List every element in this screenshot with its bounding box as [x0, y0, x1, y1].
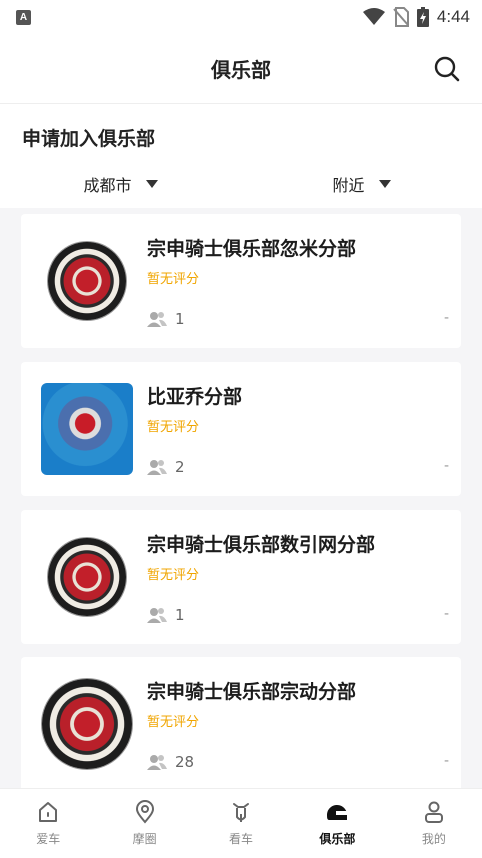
bottom-tab-bar: 爱车 摩圈 看车 俱乐部 我的 [0, 788, 482, 858]
distance-filter-dropdown[interactable]: 附近 [241, 162, 482, 206]
club-distance: - [443, 606, 449, 622]
wifi-icon [362, 8, 385, 25]
tab-label: 看车 [229, 832, 254, 846]
member-count-value: 28 [175, 753, 195, 771]
club-rating: 暂无评分 [147, 568, 200, 583]
club-name: 宗申骑士俱乐部忽米分部 [147, 238, 357, 260]
tab-view-bikes[interactable]: 看车 [193, 789, 289, 858]
club-rating: 暂无评分 [147, 715, 200, 730]
dropdown-arrow-icon [378, 180, 391, 188]
member-count-value: 1 [175, 606, 185, 624]
club-logo [41, 678, 133, 770]
city-filter-label: 成都市 [83, 176, 132, 195]
battery-icon [416, 7, 429, 27]
club-member-count: 1 [147, 310, 185, 328]
app-notification-icon: A [16, 9, 31, 25]
club-rating: 暂无评分 [147, 272, 200, 287]
tab-club[interactable]: 俱乐部 [289, 789, 385, 858]
club-name: 宗申骑士俱乐部数引网分部 [147, 534, 376, 556]
club-rating: 暂无评分 [147, 420, 200, 435]
dropdown-arrow-icon [145, 180, 158, 188]
no-sim-icon [393, 7, 409, 27]
club-distance: - [443, 458, 449, 474]
search-icon [434, 56, 460, 82]
club-list: 宗申骑士俱乐部忽米分部 暂无评分 1 - 比亚乔分部 暂无评分 2 - 宗申骑士… [0, 208, 482, 788]
status-time: 4:44 [436, 7, 470, 26]
tab-label: 爱车 [36, 832, 61, 846]
club-card[interactable]: 宗申骑士俱乐部宗动分部 暂无评分 28 - [21, 657, 461, 788]
location-pin-icon [135, 800, 154, 824]
tab-moments[interactable]: 摩圈 [96, 789, 192, 858]
club-logo [41, 383, 133, 475]
person-icon [424, 801, 443, 823]
club-card[interactable]: 宗申骑士俱乐部数引网分部 暂无评分 1 - [21, 510, 461, 644]
club-distance: - [443, 310, 449, 326]
member-count-value: 2 [175, 458, 185, 476]
home-icon [39, 802, 58, 822]
club-card[interactable]: 比亚乔分部 暂无评分 2 - [21, 362, 461, 496]
members-icon [147, 608, 167, 623]
tab-label: 摩圈 [132, 832, 157, 846]
member-count-value: 1 [175, 310, 185, 328]
city-filter-dropdown[interactable]: 成都市 [0, 162, 241, 206]
members-icon [147, 312, 167, 327]
section-title: 申请加入俱乐部 [22, 128, 156, 150]
members-icon [147, 460, 167, 475]
tab-profile[interactable]: 我的 [386, 789, 482, 858]
tab-label: 我的 [421, 832, 446, 846]
tab-my-car[interactable]: 爱车 [0, 789, 96, 858]
page-title: 俱乐部 [211, 58, 271, 82]
distance-filter-label: 附近 [332, 176, 365, 195]
status-bar: A 4:44 [0, 0, 482, 34]
club-logo [41, 235, 133, 327]
club-member-count: 2 [147, 458, 185, 476]
club-member-count: 28 [147, 753, 194, 771]
club-card[interactable]: 宗申骑士俱乐部忽米分部 暂无评分 1 - [21, 214, 461, 348]
members-icon [147, 755, 167, 770]
filter-bar: 成都市 附近 [0, 162, 482, 206]
club-name: 比亚乔分部 [147, 386, 243, 408]
search-button[interactable] [432, 54, 462, 84]
club-distance: - [443, 753, 449, 769]
tab-label: 俱乐部 [319, 832, 356, 846]
club-member-count: 1 [147, 606, 185, 624]
club-name: 宗申骑士俱乐部宗动分部 [147, 681, 357, 703]
club-logo [41, 531, 133, 623]
top-app-bar: 俱乐部 [0, 34, 482, 104]
motorcycle-icon [233, 803, 250, 822]
helmet-icon [327, 804, 348, 820]
